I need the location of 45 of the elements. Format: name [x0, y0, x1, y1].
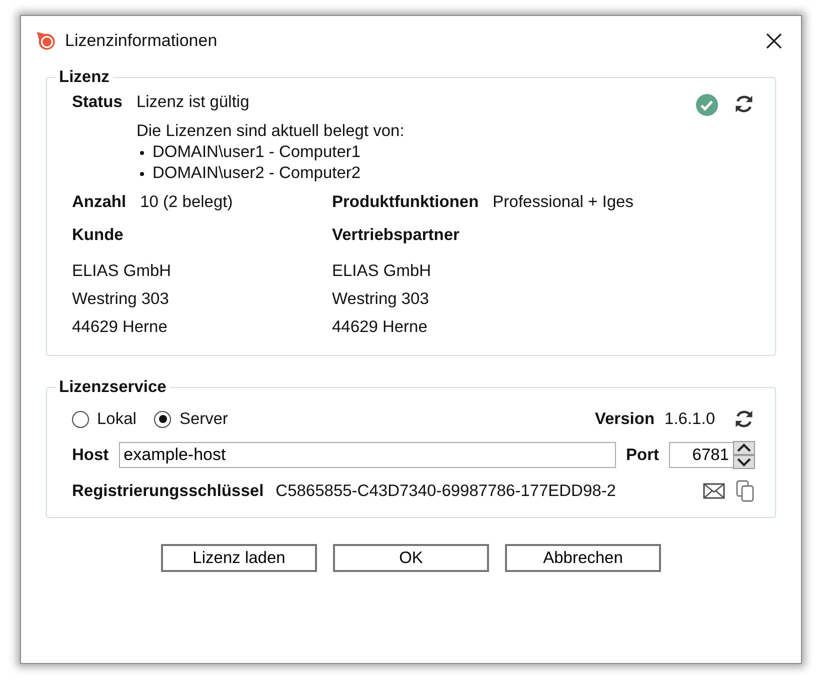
port-field[interactable]: 6781 — [669, 442, 733, 468]
field-label: Version — [594, 410, 655, 428]
list-item: DOMAIN\user2 - Computer2 — [152, 164, 361, 183]
envelope-icon[interactable] — [703, 483, 725, 499]
address-line: ELIAS GmbH — [72, 261, 172, 282]
field-label: Vertriebspartner — [332, 226, 460, 245]
list-item: DOMAIN\user1 - Computer1 — [152, 143, 361, 162]
address-line: 44629 Herne — [72, 317, 168, 338]
dialog-button[interactable]: Abbrechen — [505, 544, 661, 572]
address-line: ELIAS GmbH — [332, 261, 432, 282]
version-text: 1.6.1.0 — [664, 410, 715, 428]
radio-button[interactable] — [154, 410, 172, 428]
check-circle-icon — [695, 93, 719, 117]
status-text: Die Lizenzen sind aktuell belegt von: — [136, 122, 404, 141]
radio-label[interactable]: Server — [179, 410, 228, 428]
address-line: 44629 Herne — [332, 317, 428, 338]
field-value: Professional + Iges — [492, 193, 634, 212]
radio-button[interactable] — [72, 410, 89, 428]
address-line: Westring 303 — [332, 289, 430, 310]
bullet-icon — [140, 172, 144, 176]
window-title: Lizenzinformationen — [65, 31, 218, 51]
refresh-icon[interactable] — [733, 408, 755, 430]
radio-label[interactable]: Lokal — [97, 410, 136, 428]
close-icon[interactable] — [765, 32, 783, 50]
dialog-button[interactable]: Lizenz laden — [161, 544, 317, 572]
field-label: Port — [626, 446, 659, 464]
host-field[interactable]: example-host — [118, 442, 616, 468]
status-text: Lizenz ist gültig — [136, 93, 250, 112]
group-title: Lizenzservice — [58, 378, 168, 397]
field-value: 10 (2 belegt) — [140, 193, 233, 212]
copy-icon[interactable] — [735, 480, 755, 502]
spinner-arrows-icon[interactable] — [733, 441, 755, 469]
app-logo-icon — [35, 30, 57, 52]
field-label: Produktfunktionen — [332, 193, 479, 212]
group-title: Lizenz — [58, 68, 110, 87]
dialog-button[interactable]: OK — [333, 544, 489, 572]
key-text: C5865855-C43D7340-69987786-177EDD98-2 — [276, 482, 616, 500]
refresh-icon[interactable] — [733, 93, 755, 115]
field-label: Anzahl — [72, 193, 126, 212]
field-label: Host — [72, 446, 109, 464]
field-label: Registrierungsschlüssel — [72, 482, 264, 500]
field-label: Status — [72, 93, 122, 112]
bullet-icon — [140, 150, 144, 154]
address-line: Westring 303 — [72, 289, 170, 310]
field-label: Kunde — [72, 226, 124, 245]
